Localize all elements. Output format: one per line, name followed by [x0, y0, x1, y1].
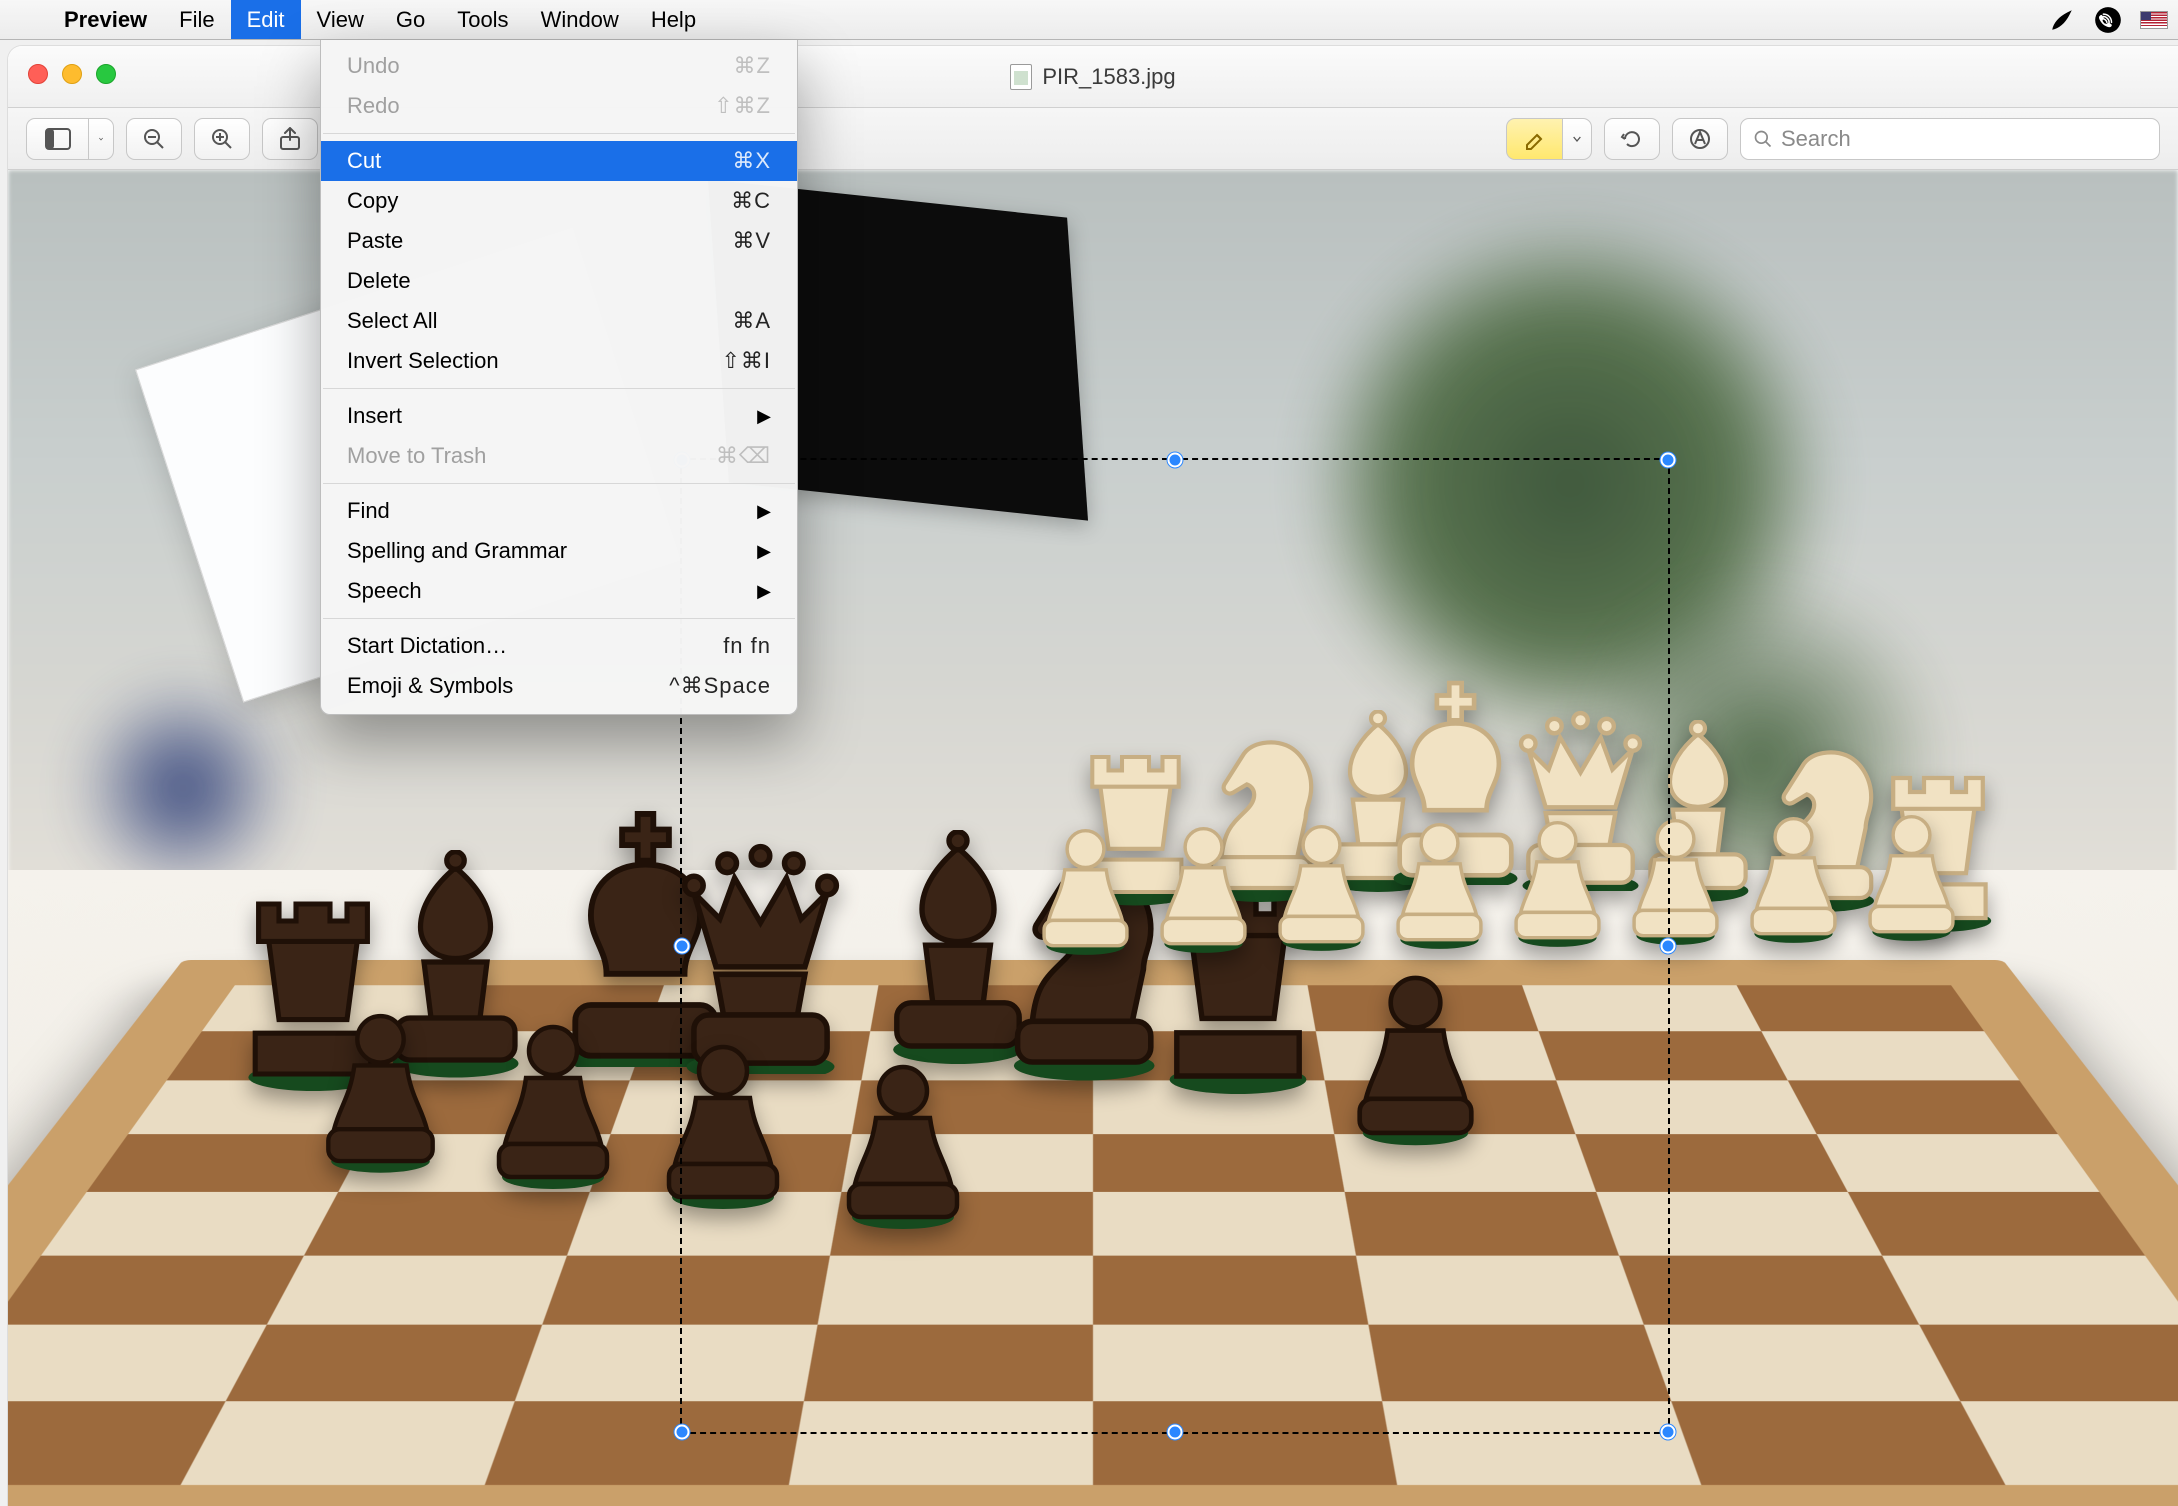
close-button[interactable]	[28, 64, 48, 84]
menu-window[interactable]: Window	[525, 0, 635, 39]
highlight-button[interactable]	[1506, 118, 1562, 160]
viber-icon[interactable]	[2094, 6, 2122, 34]
selection-handle-sw[interactable]	[675, 1425, 690, 1440]
search-field[interactable]: Search	[1740, 118, 2160, 160]
menu-file[interactable]: File	[163, 0, 230, 39]
selection-handle-ne[interactable]	[1661, 453, 1676, 468]
menu-item-move-to-trash: Move to Trash⌘⌫	[321, 436, 797, 476]
selection-handle-n[interactable]	[1168, 453, 1183, 468]
menu-item-paste[interactable]: Paste⌘V	[321, 221, 797, 261]
selection-handle-s[interactable]	[1168, 1425, 1183, 1440]
traffic-lights	[28, 64, 116, 84]
selection-handle-e[interactable]	[1661, 939, 1676, 954]
menu-edit[interactable]: Edit	[231, 0, 301, 39]
menu-item-find[interactable]: Find▶	[321, 491, 797, 531]
rotate-button[interactable]	[1604, 118, 1660, 160]
app-menu[interactable]: Preview	[48, 7, 163, 33]
share-button[interactable]	[262, 118, 318, 160]
menu-item-cut[interactable]: Cut⌘X	[321, 141, 797, 181]
selection-marquee[interactable]	[680, 458, 1670, 1434]
chess-pawn-light	[1854, 796, 1969, 948]
fullscreen-button[interactable]	[96, 64, 116, 84]
menu-view[interactable]: View	[301, 0, 380, 39]
menu-go[interactable]: Go	[380, 0, 441, 39]
menu-item-spelling-and-grammar[interactable]: Spelling and Grammar▶	[321, 531, 797, 571]
menu-help[interactable]: Help	[635, 0, 712, 39]
menu-item-copy[interactable]: Copy⌘C	[321, 181, 797, 221]
menu-item-invert-selection[interactable]: Invert Selection⇧⌘I	[321, 341, 797, 381]
minimize-button[interactable]	[62, 64, 82, 84]
sidebar-view-button[interactable]	[26, 118, 88, 160]
menu-item-insert[interactable]: Insert▶	[321, 396, 797, 436]
quill-icon[interactable]	[2048, 6, 2076, 34]
zoom-out-button[interactable]	[126, 118, 182, 160]
highlight-chevron[interactable]	[1562, 118, 1592, 160]
menu-item-redo: Redo⇧⌘Z	[321, 86, 797, 126]
document-icon	[1010, 64, 1032, 90]
markup-button[interactable]	[1672, 118, 1728, 160]
menu-item-emoji-symbols[interactable]: Emoji & Symbols^⌘Space	[321, 666, 797, 706]
zoom-in-button[interactable]	[194, 118, 250, 160]
window-title: PIR_1583.jpg	[1042, 64, 1175, 90]
search-placeholder: Search	[1781, 126, 1851, 152]
menu-item-select-all[interactable]: Select All⌘A	[321, 301, 797, 341]
menu-item-undo: Undo⌘Z	[321, 46, 797, 86]
menu-item-delete[interactable]: Delete	[321, 261, 797, 301]
selection-handle-se[interactable]	[1661, 1425, 1676, 1440]
search-icon	[1753, 129, 1773, 149]
chess-pawn-dark	[478, 1000, 628, 1198]
chess-pawn-light	[1736, 798, 1851, 950]
menu-item-speech[interactable]: Speech▶	[321, 571, 797, 611]
edit-menu-dropdown: Undo⌘ZRedo⇧⌘Z Cut⌘XCopy⌘CPaste⌘VDeleteSel…	[320, 40, 798, 715]
chess-pawn-dark	[308, 990, 453, 1181]
selection-handle-w[interactable]	[675, 939, 690, 954]
sidebar-view-chevron[interactable]	[88, 118, 114, 160]
menubar: Preview File Edit View Go Tools Window H…	[0, 0, 2178, 40]
menu-tools[interactable]: Tools	[441, 0, 524, 39]
input-flag-icon[interactable]	[2140, 11, 2168, 29]
menu-item-start-dictation[interactable]: Start Dictation…fn fn	[321, 626, 797, 666]
